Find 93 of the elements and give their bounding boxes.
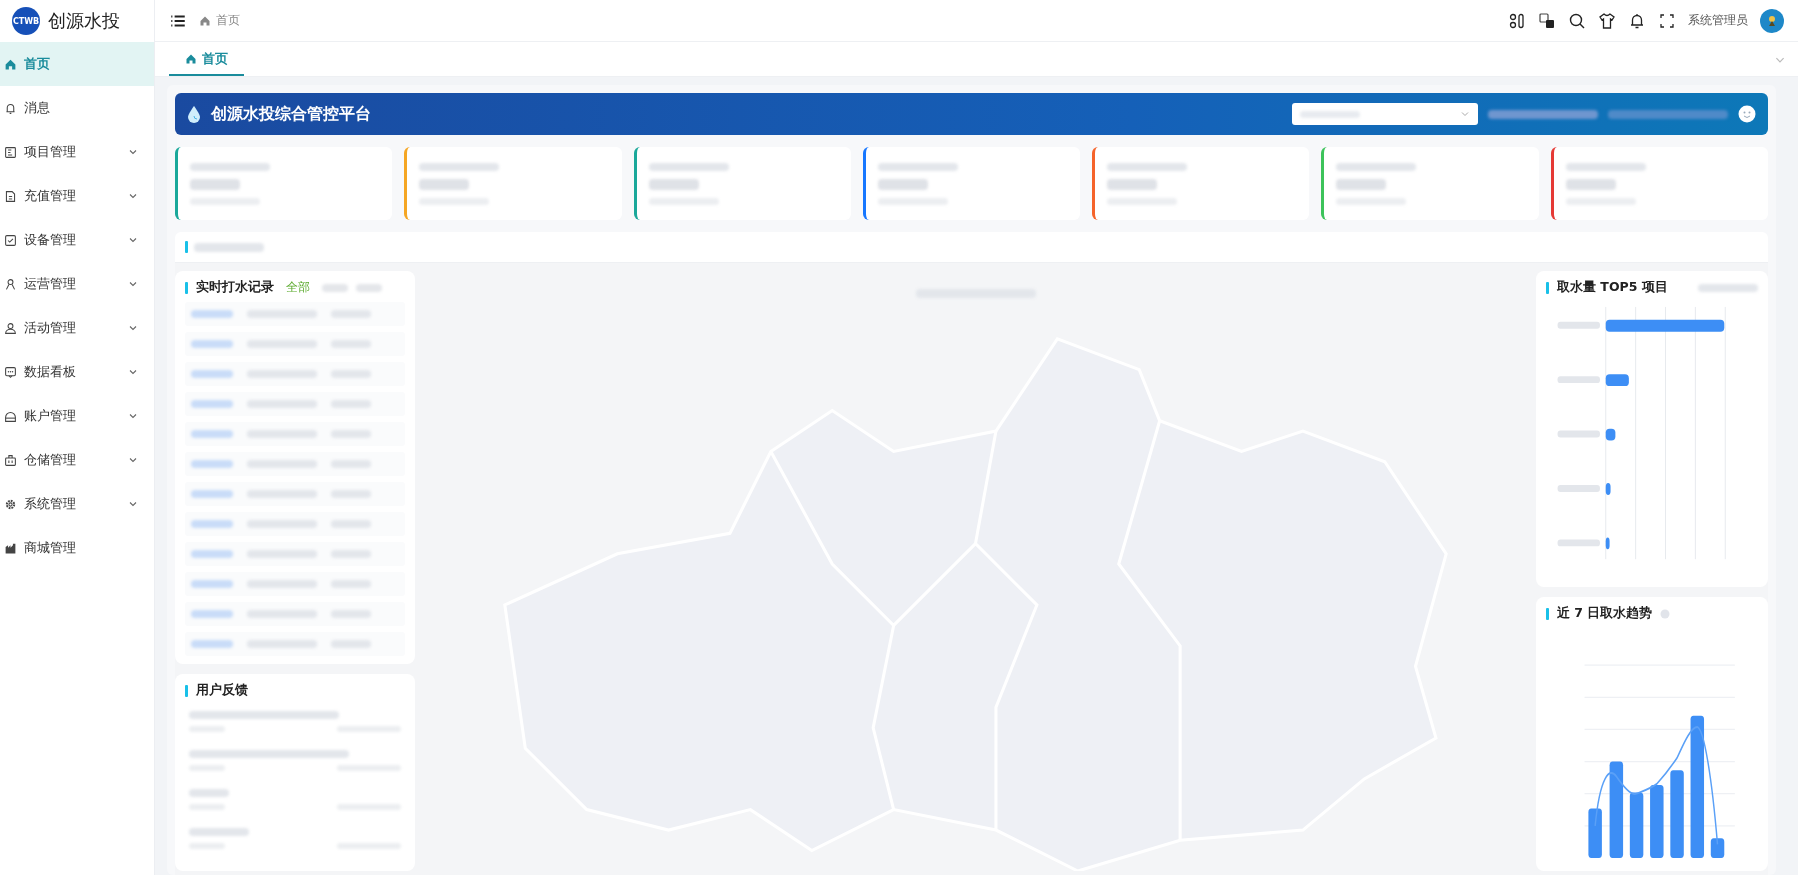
blurred-text: [191, 550, 233, 558]
blurred-text: [191, 490, 233, 498]
chevron-down-icon: [128, 235, 138, 245]
home-icon: [185, 53, 197, 65]
sidebar-item[interactable]: 账户管理: [0, 394, 154, 438]
user-icon: [4, 321, 17, 335]
blurred-text: [419, 178, 470, 190]
person-icon: [4, 277, 17, 291]
sidebar-item[interactable]: 设备管理: [0, 218, 154, 262]
blurred-text: [1557, 485, 1600, 492]
breadcrumb[interactable]: 首页: [199, 12, 240, 29]
drawer-icon: [4, 409, 17, 423]
chat-icon: [4, 365, 17, 379]
blurred-text: [1557, 376, 1600, 384]
bell-icon: [4, 101, 17, 115]
panel-title: 用户反馈: [196, 682, 248, 699]
blurred-text: [1336, 178, 1387, 190]
smiley-icon[interactable]: [1738, 105, 1756, 123]
bar: [1710, 838, 1725, 859]
briefcase-icon: [4, 453, 17, 467]
chevron-down-icon: [128, 279, 138, 289]
translate-icon[interactable]: [1538, 11, 1556, 30]
document-icon: [4, 145, 17, 159]
sidebar-item[interactable]: 系统管理: [0, 482, 154, 526]
home-icon: [199, 14, 211, 27]
blurred-text: [191, 640, 233, 648]
blurred-text: [190, 178, 240, 190]
bell-icon[interactable]: [1628, 11, 1646, 30]
blurred-text: [1557, 430, 1600, 438]
blurred-text: [322, 283, 348, 292]
sidebar-item[interactable]: 仓储管理: [0, 438, 154, 482]
blurred-text: [191, 400, 233, 408]
blurred-text: [194, 242, 264, 252]
bar: [1605, 483, 1611, 495]
factory-icon: [4, 541, 17, 555]
blurred-text: [191, 430, 233, 438]
blurred-text: [648, 178, 699, 190]
blurred-text: [191, 610, 233, 618]
select-field[interactable]: [1292, 103, 1478, 125]
checkbox-icon: [4, 233, 17, 247]
panel-title: 取水量 TOP5 项目: [1557, 279, 1668, 296]
shirt-icon[interactable]: [1598, 11, 1616, 30]
sidebar-item[interactable]: 活动管理: [0, 306, 154, 350]
banner: 创源水投综合管控平台: [175, 93, 1768, 135]
sidebar-item[interactable]: 项目管理: [0, 130, 154, 174]
blurred-text: [191, 310, 233, 318]
sidebar-item[interactable]: 充值管理: [0, 174, 154, 218]
brand-name: 创源水投: [48, 9, 120, 33]
user-name[interactable]: 系统管理员: [1688, 12, 1748, 29]
sidebar-item[interactable]: 首页: [0, 42, 154, 86]
blurred-text: [1557, 539, 1600, 547]
sidebar-item[interactable]: 数据看板: [0, 350, 154, 394]
blurred-text: [1698, 283, 1758, 292]
panel-title: 实时打水记录: [196, 279, 274, 296]
blurred-text: [1107, 178, 1158, 190]
blurred-text: [189, 789, 229, 797]
chevron-down-icon: [128, 323, 138, 333]
grid-icon[interactable]: [1508, 11, 1526, 30]
blurred-text: [877, 178, 928, 190]
blurred-text: [191, 580, 233, 588]
chevron-down-icon: [128, 367, 138, 377]
search-icon[interactable]: [1568, 11, 1586, 30]
bar: [1605, 428, 1616, 441]
blurred-text: [191, 460, 233, 468]
bar: [1605, 374, 1629, 387]
file-icon: [4, 189, 17, 203]
sidebar-item[interactable]: 商城管理: [0, 526, 154, 570]
blurred-text: [189, 828, 249, 836]
sidebar-item[interactable]: 消息: [0, 86, 154, 130]
chevron-down-icon: [1460, 109, 1470, 119]
home-icon: [4, 57, 17, 71]
fullscreen-icon[interactable]: [1658, 11, 1676, 30]
avatar[interactable]: [1760, 8, 1784, 33]
chevron-down-icon: [128, 499, 138, 509]
bar: [1588, 808, 1602, 859]
blurred-text: [1557, 321, 1600, 329]
chevron-down-icon: [128, 191, 138, 201]
blurred-text: [191, 520, 233, 528]
blurred-text: [1565, 178, 1616, 190]
chevron-down-icon: [128, 455, 138, 465]
chevron-down-icon: [128, 411, 138, 421]
bar: [1629, 792, 1644, 859]
logo: CTWB: [12, 7, 40, 35]
blurred-text: [191, 340, 233, 348]
chevron-down-icon: [128, 147, 138, 157]
bar: [1605, 537, 1610, 550]
blurred-text: [356, 283, 382, 292]
panel-title: 近 7 日取水趋势: [1557, 605, 1653, 622]
sidebar-item[interactable]: 运营管理: [0, 262, 154, 306]
blurred-text: [191, 370, 233, 378]
water-drop-icon: [187, 105, 201, 123]
info-icon: [1660, 608, 1671, 619]
gear-icon: [4, 497, 17, 511]
